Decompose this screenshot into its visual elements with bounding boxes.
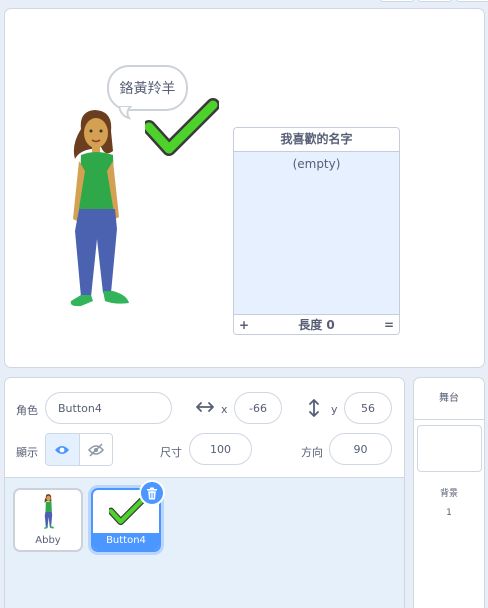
checkmark-thumbnail [109,496,145,526]
sprite-tile-name: Abby [35,535,61,546]
abby-thumbnail [44,494,55,529]
sprite-tile-abby[interactable]: Abby [13,488,83,552]
size-input[interactable]: 100 [189,433,252,465]
sprite-info: 角色 Button4 x -66 y 56 顯示 尺寸 100 方向 90 [5,378,404,478]
backdrops-count: 1 [446,508,452,518]
x-label: x [221,403,228,416]
x-value: -66 [249,401,267,415]
list-monitor[interactable]: 我喜歡的名字 (empty) + 長度 0 = [233,127,400,335]
sprite-name-input[interactable]: Button4 [45,392,172,424]
backdrops-label: 背景 [439,489,458,499]
x-arrows-icon [196,402,214,412]
stage-title: 舞台 [414,378,484,420]
show-button[interactable] [46,434,80,465]
y-label: y [331,403,338,416]
delete-sprite-button[interactable] [139,480,165,506]
list-length: 長度 0 [298,318,335,332]
y-arrows-icon [309,399,319,417]
sprite-label: 角色 [16,404,38,417]
eye-icon [55,445,70,454]
sprite-name-value: Button4 [58,401,102,415]
size-label: 尺寸 [160,446,182,459]
y-value: 56 [361,401,375,415]
list-empty-text: (empty) [292,157,341,171]
sprite-panel: 角色 Button4 x -66 y 56 顯示 尺寸 100 方向 90 Ab… [4,377,405,608]
sprite-tile-name: Button4 [93,533,159,550]
list-footer: + 長度 0 = [234,314,399,334]
checkmark-sprite[interactable] [145,97,219,161]
list-resize-handle[interactable]: = [384,318,394,332]
hide-button[interactable] [79,434,112,465]
size-value: 100 [210,442,231,456]
stage-selector[interactable]: 舞台 背景 1 [413,377,485,608]
visibility-toggle [45,433,113,466]
stage-thumbnail[interactable] [417,425,482,472]
direction-label: 方向 [301,446,323,459]
show-label: 顯示 [16,446,38,459]
top-tabs [380,0,488,2]
y-input[interactable]: 56 [344,392,392,424]
abby-sprite[interactable] [61,109,137,313]
speech-bubble-text: 鉻黃羚羊 [119,81,176,97]
list-add-button[interactable]: + [239,318,249,332]
direction-value: 90 [353,442,368,456]
x-input[interactable]: -66 [234,392,282,424]
stage-canvas[interactable]: 鉻黃羚羊 我喜歡的名字 (empty) + 長度 0 = [4,8,485,368]
trash-icon [147,487,157,499]
list-title: 我喜歡的名字 [234,128,399,152]
eye-slash-icon [87,442,104,457]
direction-input[interactable]: 90 [329,433,392,465]
